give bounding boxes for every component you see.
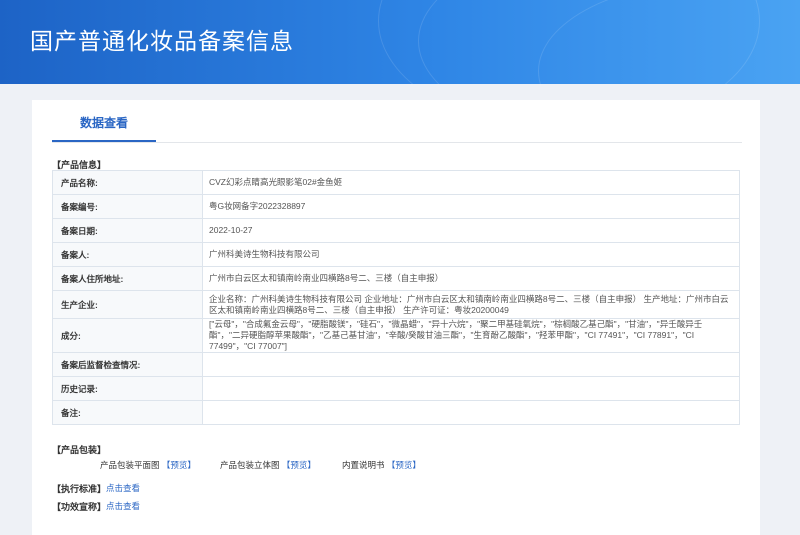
packaging-item: 产品包装平面图 【预览】 bbox=[100, 459, 196, 471]
preview-link[interactable]: 【预览】 bbox=[162, 460, 196, 470]
standard-heading: 【执行标准】 bbox=[52, 484, 107, 494]
packaging-item-label: 产品包装平面图 bbox=[100, 460, 160, 470]
table-row: 备案人住所地址: 广州市白云区太和镇南岭南业四横路8号二、三楼（自主申报） bbox=[52, 266, 740, 291]
row-label: 成分: bbox=[52, 318, 203, 353]
table-row: 备注: bbox=[52, 400, 740, 425]
row-label: 备案编号: bbox=[52, 194, 203, 219]
table-row: 备案编号: 粤G妆网备字2022328897 bbox=[52, 194, 740, 219]
page-title: 国产普通化妆品备案信息 bbox=[30, 28, 294, 54]
preview-link[interactable]: 【预览】 bbox=[387, 460, 421, 470]
row-label: 备注: bbox=[52, 400, 203, 425]
row-label: 备案日期: bbox=[52, 218, 203, 243]
preview-link[interactable]: 【预览】 bbox=[282, 460, 316, 470]
packaging-item-label: 内置说明书 bbox=[342, 460, 385, 470]
header-banner: 国产普通化妆品备案信息 bbox=[0, 0, 800, 84]
table-row: 成分: ["云母"，"合成氟金云母"，"硬脂酸镁"，"硅石"，"微晶蜡"，"异十… bbox=[52, 318, 740, 353]
row-label: 生产企业: bbox=[52, 290, 203, 319]
product-name-value: CVZ幻彩点睛高光眼影笔02#金鱼姬 bbox=[202, 170, 740, 195]
row-label: 备案后监督检查情况: bbox=[52, 352, 203, 377]
table-row: 备案后监督检查情况: bbox=[52, 352, 740, 377]
packaging-item-label: 产品包装立体图 bbox=[220, 460, 280, 470]
history-value bbox=[202, 376, 740, 401]
content-card: 数据查看 【产品信息】 产品名称: CVZ幻彩点睛高光眼影笔02#金鱼姬 备案编… bbox=[32, 100, 760, 535]
row-label: 历史记录: bbox=[52, 376, 203, 401]
remarks-value bbox=[202, 400, 740, 425]
row-label: 备案人: bbox=[52, 242, 203, 267]
packaging-item: 产品包装立体图 【预览】 bbox=[220, 459, 316, 471]
registrant-value: 广州科美诗生物科技有限公司 bbox=[202, 242, 740, 267]
table-row: 产品名称: CVZ幻彩点睛高光眼影笔02#金鱼姬 bbox=[52, 170, 740, 195]
manufacturer-value: 企业名称：广州科美诗生物科技有限公司 企业地址：广州市白云区太和镇南岭南业四横路… bbox=[202, 290, 740, 319]
packaging-item: 内置说明书 【预览】 bbox=[342, 459, 421, 471]
table-row: 生产企业: 企业名称：广州科美诗生物科技有限公司 企业地址：广州市白云区太和镇南… bbox=[52, 290, 740, 319]
ingredients-value: ["云母"，"合成氟金云母"，"硬脂酸镁"，"硅石"，"微晶蜡"，"异十六烷"，… bbox=[202, 318, 740, 353]
record-number-value: 粤G妆网备字2022328897 bbox=[202, 194, 740, 219]
table-row: 备案人: 广州科美诗生物科技有限公司 bbox=[52, 242, 740, 267]
tab-data-view[interactable]: 数据查看 bbox=[52, 100, 156, 142]
inspection-value bbox=[202, 352, 740, 377]
registrant-address-value: 广州市白云区太和镇南岭南业四横路8号二、三楼（自主申报） bbox=[202, 266, 740, 291]
packaging-heading: 【产品包装】 bbox=[52, 445, 107, 455]
claims-heading: 【功效宣称】 bbox=[52, 502, 107, 512]
row-label: 产品名称: bbox=[52, 170, 203, 195]
product-info-table: 产品名称: CVZ幻彩点睛高光眼影笔02#金鱼姬 备案编号: 粤G妆网备字202… bbox=[52, 170, 740, 425]
tab-bar: 数据查看 bbox=[52, 100, 742, 143]
record-date-value: 2022-10-27 bbox=[202, 218, 740, 243]
row-label: 备案人住所地址: bbox=[52, 266, 203, 291]
standard-view-link[interactable]: 点击查看 bbox=[106, 482, 140, 494]
table-row: 备案日期: 2022-10-27 bbox=[52, 218, 740, 243]
claims-view-link[interactable]: 点击查看 bbox=[106, 500, 140, 512]
table-row: 历史记录: bbox=[52, 376, 740, 401]
